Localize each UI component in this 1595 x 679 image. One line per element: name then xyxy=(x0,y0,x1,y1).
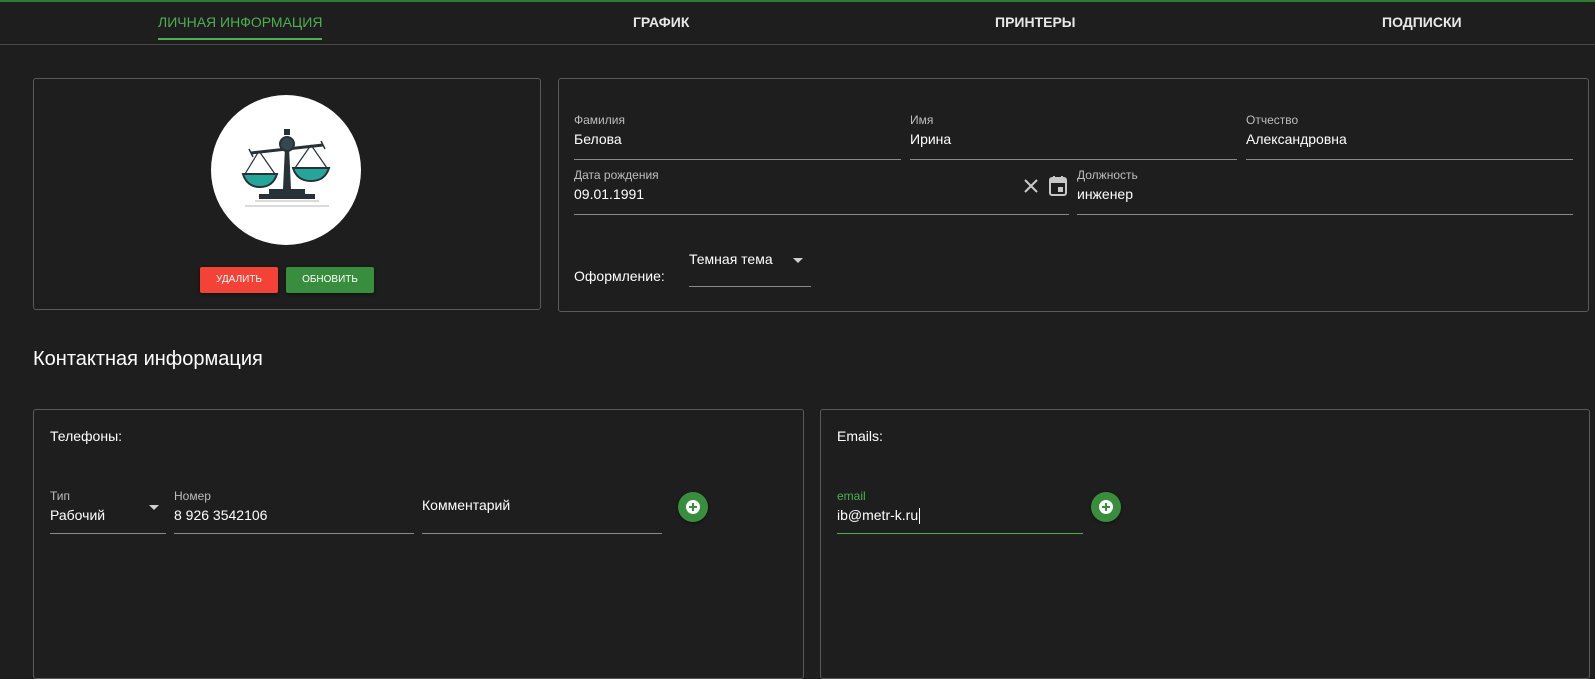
phone-number-field[interactable]: Номер 8 926 3542106 xyxy=(174,489,414,534)
position-label: Должность xyxy=(1077,168,1138,182)
last-name-value[interactable]: Белова xyxy=(574,131,622,147)
patronymic-underline xyxy=(1246,159,1573,160)
first-name-value[interactable]: Ирина xyxy=(910,131,951,147)
email-value[interactable]: ib@metr-k.ru xyxy=(837,507,921,525)
last-name-field[interactable]: Фамилия Белова xyxy=(574,113,901,160)
tab-subscriptions[interactable]: Подписки xyxy=(1382,2,1462,45)
update-avatar-button[interactable]: Обновить xyxy=(286,267,374,293)
phones-card xyxy=(33,409,804,679)
calendar-icon[interactable] xyxy=(1048,175,1068,197)
birth-date-label: Дата рождения xyxy=(574,168,659,182)
position-underline xyxy=(1077,214,1573,215)
chevron-down-icon xyxy=(793,258,803,263)
theme-value[interactable]: Темная тема xyxy=(689,251,773,267)
emails-title: Emails: xyxy=(837,428,883,444)
phone-comment-underline xyxy=(422,533,662,534)
tab-printers[interactable]: Принтеры xyxy=(995,2,1076,45)
avatar[interactable] xyxy=(211,95,361,245)
phone-comment-placeholder[interactable]: Комментарий xyxy=(422,497,510,513)
emails-card xyxy=(820,409,1590,679)
phone-type-value[interactable]: Рабочий xyxy=(50,507,105,523)
first-name-field[interactable]: Имя Ирина xyxy=(910,113,1237,160)
phone-number-underline xyxy=(174,533,414,534)
contacts-title: Контактная информация xyxy=(33,348,263,370)
patronymic-value[interactable]: Александровна xyxy=(1246,131,1347,147)
phone-type-label: Тип xyxy=(50,489,71,503)
theme-label: Оформление: xyxy=(574,268,665,284)
clear-date-icon[interactable] xyxy=(1022,177,1040,195)
text-caret xyxy=(919,508,921,525)
last-name-label: Фамилия xyxy=(574,113,625,127)
birth-date-value[interactable]: 09.01.1991 xyxy=(574,186,644,202)
plus-circle-icon xyxy=(1099,500,1113,514)
delete-avatar-button[interactable]: Удалить xyxy=(200,267,278,293)
tab-bar: Личная информация График Принтеры Подпис… xyxy=(0,2,1595,45)
email-label: email xyxy=(837,489,866,503)
email-underline xyxy=(837,533,1083,534)
first-name-label: Имя xyxy=(910,113,934,127)
first-name-underline xyxy=(910,159,1237,160)
position-value[interactable]: инженер xyxy=(1077,186,1133,202)
last-name-underline xyxy=(574,159,901,160)
tab-schedule[interactable]: График xyxy=(633,2,689,45)
chevron-down-icon xyxy=(149,505,159,510)
birth-date-underline xyxy=(574,214,1069,215)
phone-number-value[interactable]: 8 926 3542106 xyxy=(174,507,267,523)
add-email-button[interactable] xyxy=(1091,492,1121,522)
birth-date-field[interactable]: Дата рождения 09.01.1991 xyxy=(574,168,1069,215)
theme-select[interactable]: Темная тема xyxy=(689,246,811,287)
position-field[interactable]: Должность инженер xyxy=(1077,168,1573,215)
plus-circle-icon xyxy=(686,500,700,514)
tab-personal-info[interactable]: Личная информация xyxy=(158,2,323,45)
theme-underline xyxy=(689,286,811,287)
phone-type-underline xyxy=(50,533,166,534)
phones-title: Телефоны: xyxy=(50,428,123,444)
scales-icon xyxy=(241,129,331,207)
phone-type-select[interactable]: Тип Рабочий xyxy=(50,489,166,534)
patronymic-label: Отчество xyxy=(1246,113,1299,127)
patronymic-field[interactable]: Отчество Александровна xyxy=(1246,113,1573,160)
add-phone-button[interactable] xyxy=(678,492,708,522)
email-field[interactable]: email ib@metr-k.ru xyxy=(837,489,1083,534)
phone-comment-field[interactable]: Комментарий xyxy=(422,489,662,534)
phone-number-label: Номер xyxy=(174,489,211,503)
